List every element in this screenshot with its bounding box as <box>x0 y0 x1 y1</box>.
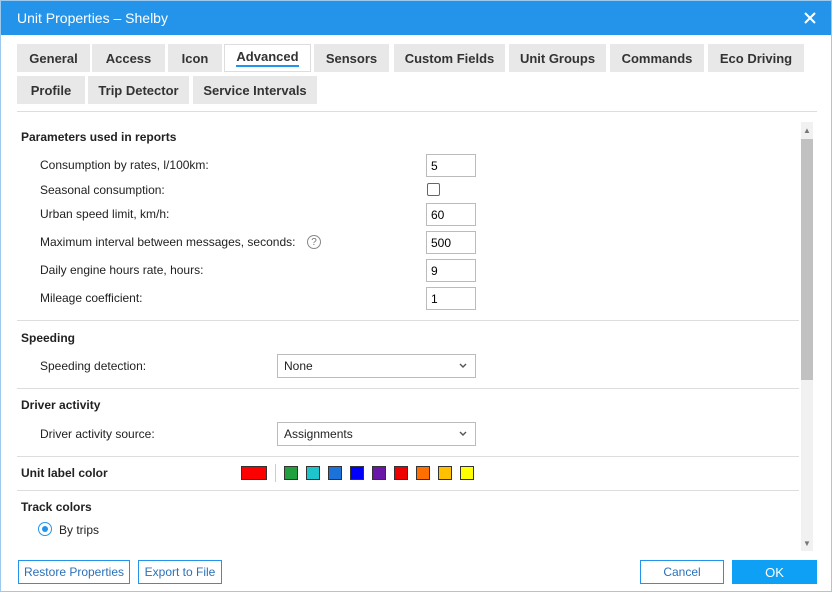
driver-activity-source-value: Assignments <box>284 427 353 441</box>
color-swatch[interactable] <box>416 466 430 480</box>
tab-custom-fields[interactable]: Custom Fields <box>394 44 505 72</box>
mileage-coefficient-label: Mileage coefficient: <box>40 291 143 305</box>
speeding-detection-select[interactable]: None <box>277 354 476 378</box>
color-swatch[interactable] <box>350 466 364 480</box>
tab-icon[interactable]: Icon <box>168 44 222 72</box>
chevron-down-icon <box>459 363 467 368</box>
close-icon[interactable] <box>801 9 819 27</box>
dialog-title: Unit Properties – Shelby <box>17 10 168 26</box>
scroll-up-icon[interactable]: ▲ <box>801 124 813 136</box>
speeding-section-title: Speeding <box>21 331 76 345</box>
cancel-button[interactable]: Cancel <box>640 560 724 584</box>
tab-service-intervals[interactable]: Service Intervals <box>193 76 317 104</box>
urban-speed-label: Urban speed limit, km/h: <box>40 207 170 221</box>
tab-trip-detector[interactable]: Trip Detector <box>88 76 189 104</box>
by-trips-label: By trips <box>59 523 100 537</box>
tab-profile[interactable]: Profile <box>17 76 85 104</box>
engine-hours-input[interactable] <box>426 259 476 282</box>
tab-general[interactable]: General <box>17 44 90 72</box>
consumption-label: Consumption by rates, l/100km: <box>40 158 209 172</box>
driver-activity-source-select[interactable]: Assignments <box>277 422 476 446</box>
swatch-separator <box>275 464 276 482</box>
scrollbar-thumb[interactable] <box>801 139 813 380</box>
tab-commands[interactable]: Commands <box>610 44 704 72</box>
dialog-titlebar: Unit Properties – Shelby <box>1 1 831 35</box>
selected-color-swatch[interactable] <box>241 466 267 480</box>
driver-activity-source-label: Driver activity source: <box>40 427 155 441</box>
vertical-scrollbar[interactable]: ▲ ▼ <box>801 122 813 551</box>
consumption-input[interactable] <box>426 154 476 177</box>
color-swatch[interactable] <box>460 466 474 480</box>
tab-advanced[interactable]: Advanced <box>224 44 311 72</box>
seasonal-consumption-checkbox[interactable] <box>427 183 440 196</box>
ok-button[interactable]: OK <box>732 560 817 584</box>
section-divider <box>17 490 799 491</box>
color-swatch[interactable] <box>438 466 452 480</box>
tab-unit-groups[interactable]: Unit Groups <box>509 44 606 72</box>
tab-sensors[interactable]: Sensors <box>314 44 389 72</box>
tabs-divider <box>17 111 817 112</box>
section-divider <box>17 320 799 321</box>
urban-speed-input[interactable] <box>426 203 476 226</box>
speeding-detection-value: None <box>284 359 313 373</box>
mileage-coefficient-input[interactable] <box>426 287 476 310</box>
color-swatch[interactable] <box>372 466 386 480</box>
restore-properties-button[interactable]: Restore Properties <box>18 560 130 584</box>
track-colors-title: Track colors <box>21 500 92 514</box>
color-swatch[interactable] <box>306 466 320 480</box>
engine-hours-label: Daily engine hours rate, hours: <box>40 263 204 277</box>
driver-activity-section-title: Driver activity <box>21 398 101 412</box>
scroll-down-icon[interactable]: ▼ <box>801 537 813 549</box>
color-swatch[interactable] <box>284 466 298 480</box>
color-swatch[interactable] <box>328 466 342 480</box>
section-divider <box>17 456 799 457</box>
max-interval-label: Maximum interval between messages, secon… <box>40 235 296 249</box>
tab-access[interactable]: Access <box>92 44 165 72</box>
unit-properties-dialog: Unit Properties – Shelby General Access … <box>0 0 832 592</box>
advanced-settings-panel: Parameters used in reports Consumption b… <box>17 122 799 551</box>
chevron-down-icon <box>459 431 467 436</box>
color-swatch[interactable] <box>394 466 408 480</box>
help-icon[interactable]: ? <box>307 235 321 249</box>
export-to-file-button[interactable]: Export to File <box>138 560 222 584</box>
speeding-detection-label: Speeding detection: <box>40 359 147 373</box>
max-interval-input[interactable] <box>426 231 476 254</box>
seasonal-consumption-label: Seasonal consumption: <box>40 183 165 197</box>
reports-section-title: Parameters used in reports <box>21 130 177 144</box>
by-trips-radio[interactable] <box>38 522 52 536</box>
section-divider <box>17 388 799 389</box>
tab-eco-driving[interactable]: Eco Driving <box>708 44 804 72</box>
unit-label-color-title: Unit label color <box>21 466 108 480</box>
